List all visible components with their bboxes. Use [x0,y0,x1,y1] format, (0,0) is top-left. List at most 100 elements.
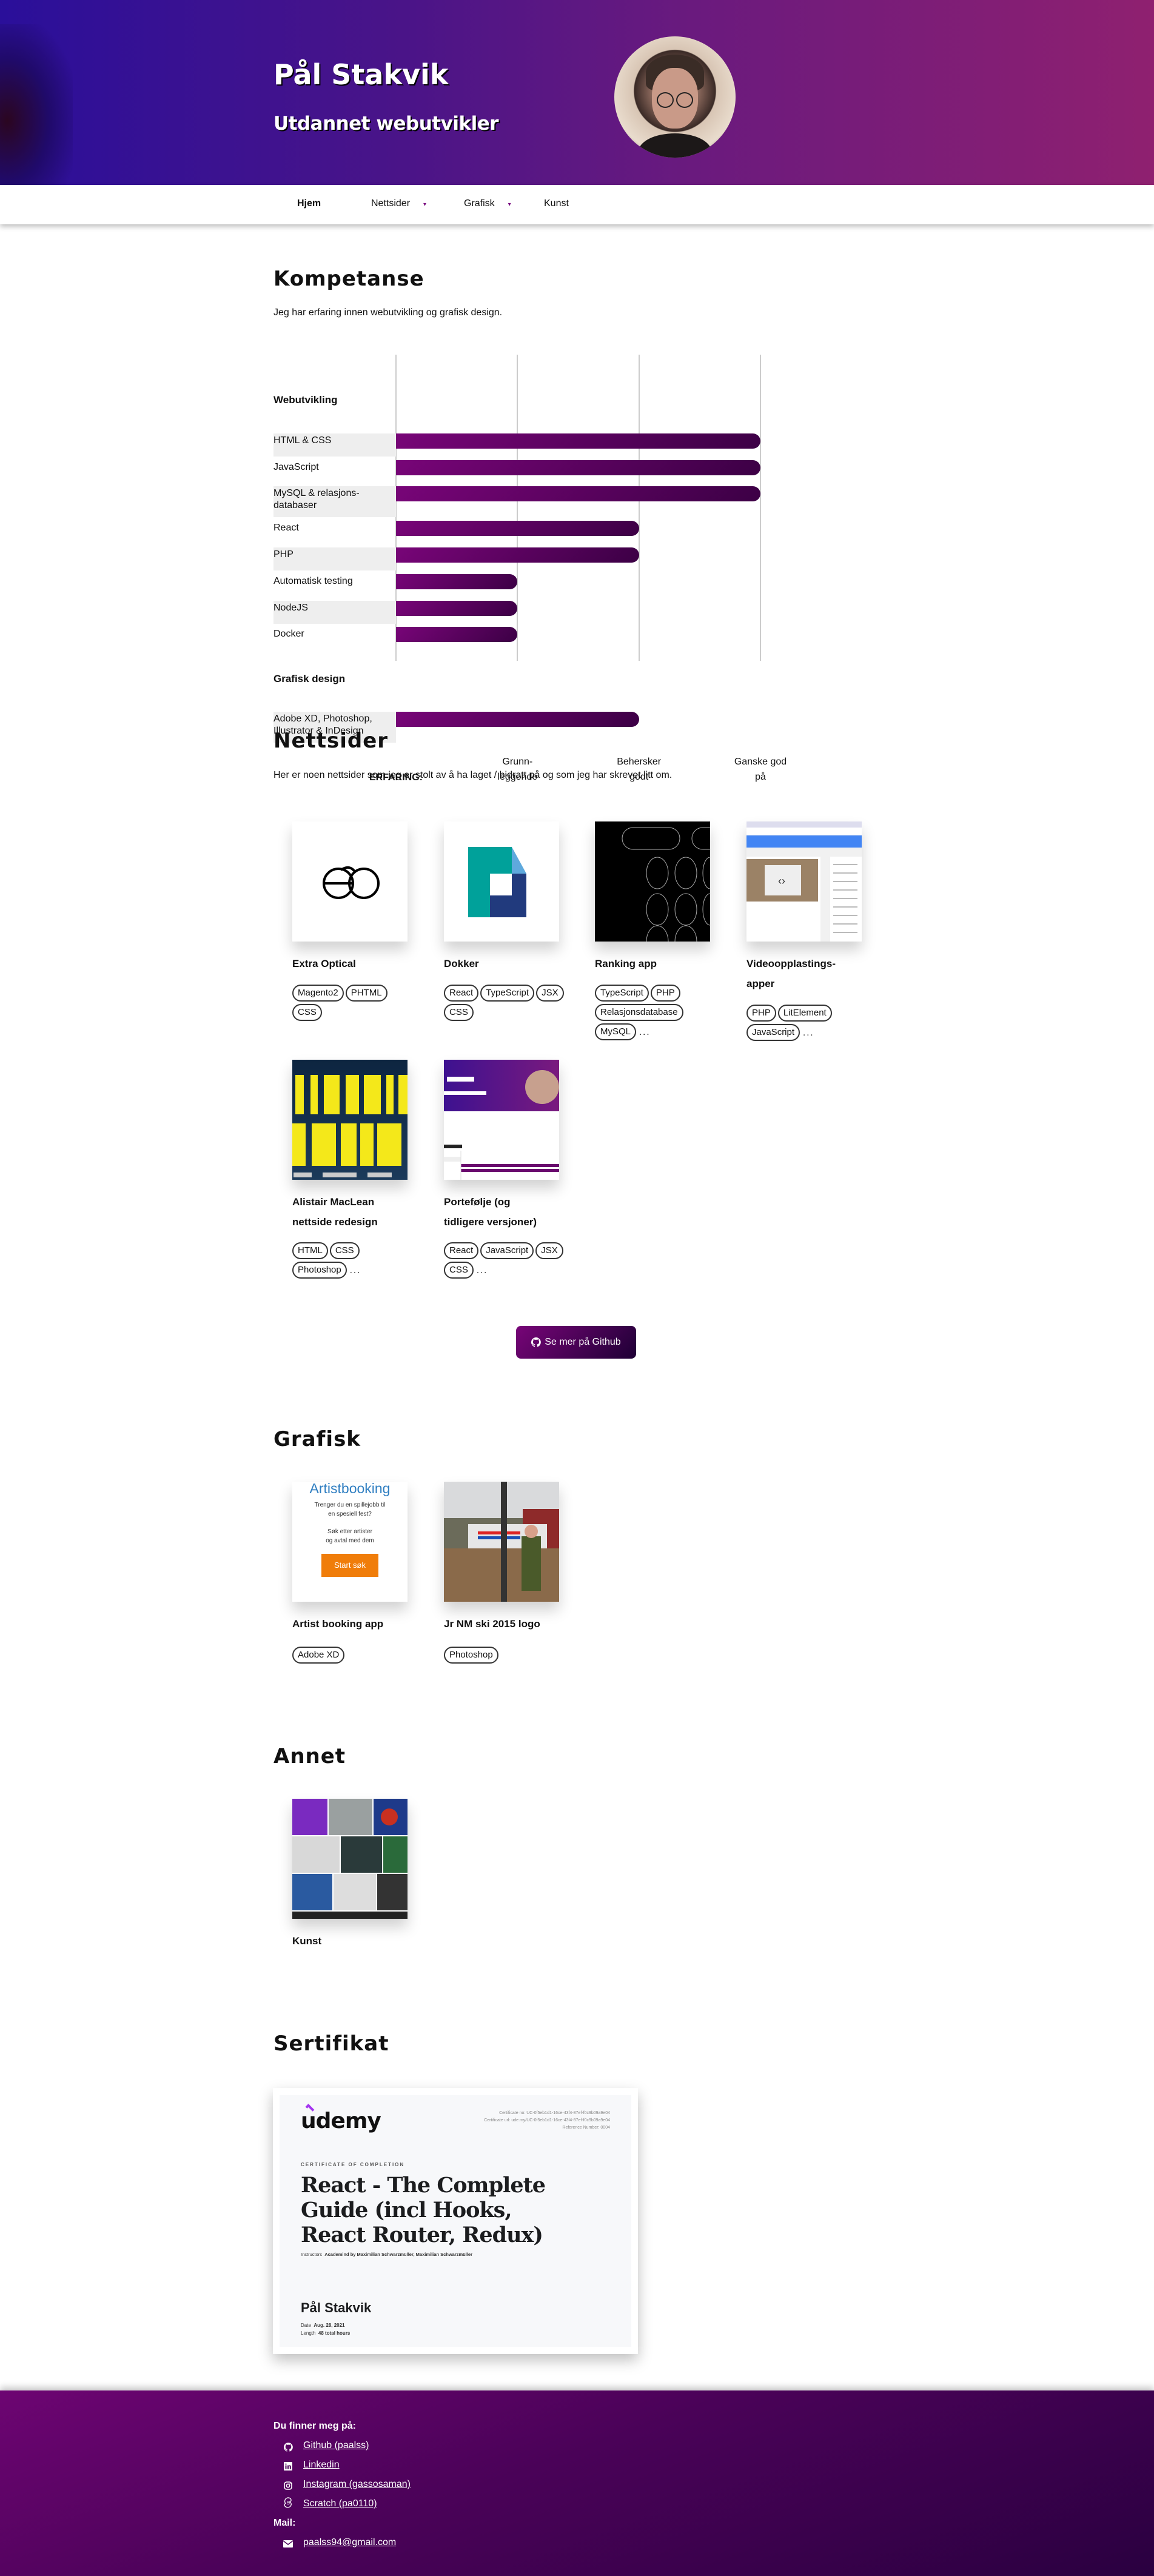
section-title-annet: Annet [273,1744,346,1768]
chart-row-label: PHP [273,547,396,570]
tag[interactable]: Adobe XD [292,1647,345,1664]
project-thumbnail[interactable] [292,1060,408,1180]
instagram-icon [283,2480,294,2491]
project-thumbnail[interactable]: Artistbooking Trenger du en spillejobb ti… [292,1482,408,1602]
svg-text:S: S [287,2500,290,2506]
kompetanse-intro: Jeg har erfaring innen webutvikling og g… [273,307,503,318]
tag[interactable]: TypeScript [480,985,535,1002]
tag[interactable]: Relasjonsdatabase [595,1004,683,1021]
tag[interactable]: JavaScript [746,1024,800,1041]
hero-background-smear [0,24,73,185]
nav-item-hjem[interactable]: Hjem [297,198,321,209]
project-title[interactable]: Kunst [292,1931,414,1951]
chevron-down-icon[interactable]: ▾ [508,201,511,208]
scratch-icon: S [283,2497,294,2508]
tag[interactable]: CSS [292,1004,322,1021]
ranking-app-screenshot [622,827,710,942]
project-thumbnail[interactable] [444,821,559,942]
nav-label: Grafisk [464,198,495,209]
tag[interactable]: CSS [444,1004,474,1021]
course-title: React - The Complete Guide (incl Hooks, … [301,2173,546,2247]
avatar [614,36,736,158]
tags-more-ellipsis: ... [639,1026,651,1037]
tag[interactable]: MySQL [595,1023,637,1040]
tag[interactable]: PHP [650,985,680,1002]
tag[interactable]: LitElement [777,1005,832,1022]
chart-bar [396,712,639,727]
project-thumbnail[interactable] [444,1060,559,1180]
github-more-button[interactable]: Se mer på Github [516,1326,636,1359]
chart-bar [396,486,760,501]
chart-bar [396,460,760,475]
nav-item-grafisk[interactable]: Grafisk ▾ [464,198,511,209]
avatar-glasses [676,92,693,108]
nav-label: Kunst [544,198,569,209]
project-tags: HTML CSS Photoshop... [292,1242,414,1279]
tag[interactable]: CSS [329,1242,360,1259]
footer-link-github[interactable]: Github (paalss) [303,2440,369,2451]
artist-mock-text: Trenger du en spillejobb til en spesiell… [314,1502,386,1517]
tag[interactable]: CSS [444,1262,474,1279]
tag[interactable]: Photoshop [292,1262,347,1279]
tag[interactable]: PHP [746,1005,776,1022]
project-title[interactable]: Dokker [444,954,565,974]
tags-more-ellipsis: ... [349,1265,361,1276]
chart-bar [396,521,639,536]
chart-bar [396,627,518,642]
tag[interactable]: React [444,985,479,1002]
tag[interactable]: JavaScript [480,1242,534,1259]
chart-gridline [638,355,640,661]
footer-link-linkedin[interactable]: Linkedin [303,2460,340,2471]
artist-mock-button: Start søk [321,1554,378,1577]
tag[interactable]: Magento2 [292,985,344,1002]
portfolio-screenshot [444,1060,559,1180]
footer-mail-heading: Mail: [273,2518,296,2528]
chart-row-label: React [273,523,299,533]
udemy-logo: udemy [301,2109,381,2133]
certificate-kicker: CERTIFICATE OF COMPLETION [301,2162,405,2167]
tag[interactable]: Photoshop [444,1647,498,1664]
tag[interactable]: JSX [535,1242,563,1259]
extra-optical-logo [323,866,380,899]
length-value: 48 total hours [318,2330,351,2336]
tag[interactable]: JSX [536,985,564,1002]
project-title[interactable]: Videoopplastings- apper [746,954,868,994]
project-tags: Adobe XD [292,1647,414,1664]
project-tags: Photoshop [444,1647,565,1664]
project-title[interactable]: Alistair MacLean nettside redesign [292,1192,414,1232]
chart-bar [396,433,760,449]
certificate-details: Date Aug. 28, 2021 Length 48 total hours [301,2321,350,2337]
avatar-glasses [657,92,674,108]
project-thumbnail[interactable] [292,821,408,942]
tag[interactable]: TypeScript [595,985,649,1002]
certificate: udemy Certificate no: UC-0f5eb1d1-16ce-4… [280,2095,631,2347]
project-title[interactable]: Extra Optical [292,954,414,974]
tag[interactable]: React [444,1242,479,1259]
kunst-collage [292,1799,408,1919]
certificate-card[interactable]: udemy Certificate no: UC-0f5eb1d1-16ce-4… [273,2088,638,2354]
project-thumbnail[interactable] [444,1482,559,1602]
footer-link-scratch[interactable]: Scratch (pa0110) [303,2498,377,2509]
project-title[interactable]: Jr NM ski 2015 logo [444,1614,565,1634]
footer-email-link[interactable]: paalss94@gmail.com [303,2537,396,2548]
project-thumbnail[interactable] [292,1799,408,1919]
nav-item-nettsider[interactable]: Nettsider ▾ [371,198,426,209]
instructors: Instructors Academind by Maximilian Schw… [301,2252,472,2257]
reference-number: Reference Number: 0004 [562,2126,610,2130]
footer-link-instagram[interactable]: Instagram (gassosaman) [303,2479,411,2490]
tag[interactable]: PHTML [345,985,387,1002]
nav-item-kunst[interactable]: Kunst [544,198,569,209]
tag[interactable]: HTML [292,1242,328,1259]
chevron-down-icon[interactable]: ▾ [423,201,426,208]
chart-gridline [760,355,761,661]
project-title[interactable]: Artist booking app [292,1614,414,1634]
avatar-body [639,133,711,158]
project-thumbnail[interactable] [595,821,710,942]
project-thumbnail[interactable]: ‹› [746,821,862,942]
github-more-label: Se mer på Github [545,1337,621,1347]
project-title[interactable]: Portefølje (og tidligere versjoner) [444,1192,565,1232]
chart-tick-label: Ganske god på [734,757,787,782]
project-title[interactable]: Ranking app [595,954,716,974]
chart-row-label: Automatisk testing [273,576,353,586]
tags-more-ellipsis: ... [476,1265,488,1276]
